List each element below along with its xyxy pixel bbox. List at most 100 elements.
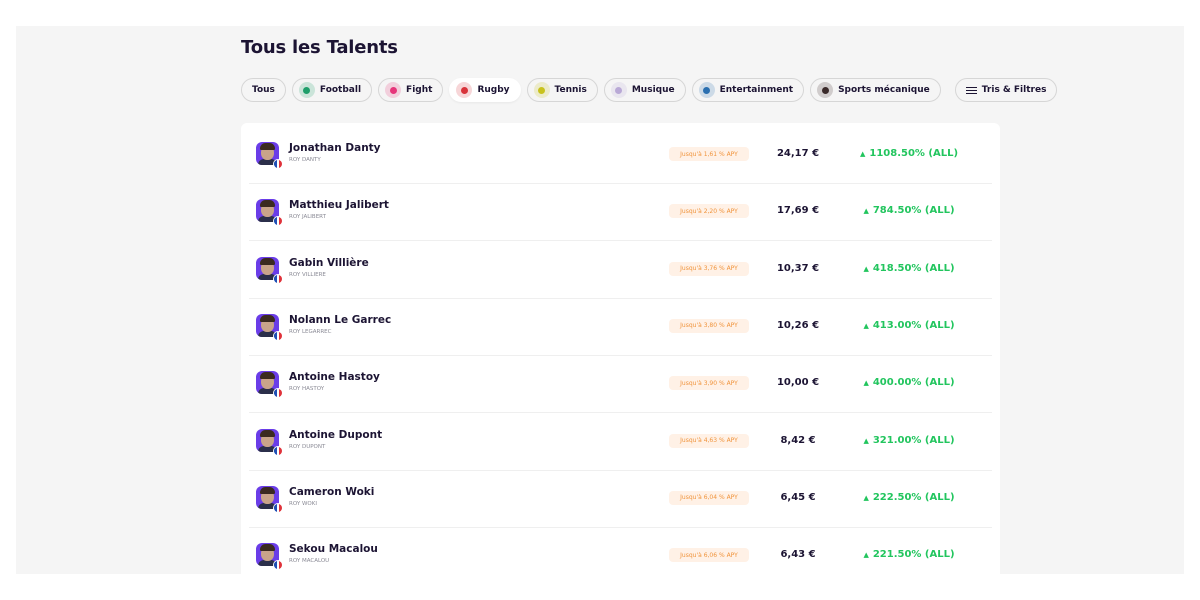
talent-handle: ROY WOKI [289, 500, 317, 507]
motorsport-icon [817, 82, 834, 98]
rugby-icon [456, 82, 473, 98]
talent-name: Jonathan Danty [289, 142, 381, 154]
page-title: Tous les Talents [241, 37, 398, 58]
france-flag-icon [273, 330, 283, 341]
talent-price: 8,42 € [780, 434, 816, 446]
talent-handle: ROY JALIBERT [289, 214, 326, 221]
apy-badge: Jusqu'à 3,76 % APY [669, 261, 749, 276]
performance-change: ▲ 1108.50% (ALL) [859, 148, 959, 159]
talent-name: Antoine Dupont [289, 428, 383, 441]
france-flag-icon [273, 445, 283, 456]
performance-change: ▲ 221.50% (ALL) [859, 549, 959, 560]
sort-filter-label: Tris & Filtres [981, 85, 1047, 95]
tennis-icon [533, 82, 550, 98]
music-icon [610, 82, 627, 98]
filter-chip-sports-m-canique[interactable]: Sports mécanique [810, 78, 941, 102]
performance-change: ▲ 321.00% (ALL) [859, 435, 959, 446]
filter-chip-label: Sports mécanique [838, 85, 930, 95]
performance-value: 418.50% (ALL) [872, 262, 955, 274]
talent-name: Antoine Hastoy [289, 371, 380, 384]
talent-handle: ROY MACALOU [289, 558, 330, 565]
talent-row[interactable]: Antoine Hastoy ROY HASTOY Jusqu'à 3,90 % A… [249, 356, 992, 414]
france-flag-icon [273, 273, 283, 284]
talent-price: 10,37 € [776, 262, 820, 274]
france-flag-icon [273, 502, 283, 513]
triangle-up-icon: ▲ [863, 436, 869, 445]
france-flag-icon [273, 388, 283, 399]
entertainment-icon [698, 82, 715, 98]
filter-chip-label: Football [319, 85, 362, 95]
filter-chip-tous[interactable]: Tous [241, 78, 286, 102]
talent-name: Matthieu Jalibert [289, 199, 389, 212]
triangle-up-icon: ▲ [863, 207, 869, 216]
filter-chip-fight[interactable]: Fight [378, 78, 444, 102]
talent-row[interactable]: Gabin Villière ROY VILLIERE Jusqu'à 3,76 %… [249, 242, 992, 299]
talent-name: Gabin Villière [289, 256, 369, 269]
filter-chip-label: Tous [252, 85, 275, 95]
performance-change: ▲ 400.00% (ALL) [859, 377, 959, 388]
performance-value: 400.00% (ALL) [872, 377, 955, 389]
talent-price: 10,00 € [776, 377, 820, 389]
talent-row[interactable]: Jonathan Danty ROY DANTY Jusqu'à 1,61 % AP… [249, 127, 992, 184]
talent-handle: ROY DUPONT [289, 443, 326, 450]
talent-price: 10,26 € [776, 319, 820, 331]
filter-chip-label: Entertainment [719, 85, 794, 95]
talent-row[interactable]: Sekou Macalou ROY MACALOU Jusqu'à 6,06 % A… [249, 528, 992, 574]
talent-row[interactable]: Cameron Woki ROY WOKI Jusqu'à 6,04 % APY 6,… [249, 471, 992, 528]
triangle-up-icon: ▲ [859, 150, 866, 158]
talent-price: 6,45 € [780, 491, 816, 503]
talent-list: Jonathan Danty ROY DANTY Jusqu'à 1,61 % AP… [241, 123, 1000, 574]
triangle-up-icon: ▲ [863, 493, 869, 502]
filter-chip-label: Rugby [477, 85, 510, 95]
talent-price: 6,43 € [780, 549, 816, 561]
france-flag-icon [273, 159, 283, 169]
football-icon [298, 82, 315, 98]
talent-row[interactable]: Antoine Dupont ROY DUPONT Jusqu'à 4,63 % A… [249, 414, 992, 471]
apy-badge: Jusqu'à 3,80 % APY [669, 318, 749, 333]
page-container: Tous les Talents Tous Football Fight Rugby T… [16, 26, 1184, 574]
talent-handle: ROY DANTY [289, 157, 321, 163]
talent-price: 17,69 € [776, 205, 820, 217]
talent-handle: ROY LEGARREC [289, 328, 332, 335]
triangle-up-icon: ▲ [863, 379, 869, 388]
performance-change: ▲ 413.00% (ALL) [859, 320, 959, 331]
performance-value: 221.50% (ALL) [872, 549, 955, 561]
apy-badge: Jusqu'à 6,04 % APY [669, 490, 749, 505]
category-filter-bar: Tous Football Fight Rugby Tennis Musique Enter… [241, 78, 1058, 102]
performance-value: 222.50% (ALL) [872, 491, 955, 503]
triangle-up-icon: ▲ [863, 264, 869, 273]
filter-chip-rugby[interactable]: Rugby [449, 78, 521, 102]
filter-chip-musique[interactable]: Musique [603, 78, 686, 102]
apy-badge: Jusqu'à 2,20 % APY [669, 204, 749, 219]
performance-change: ▲ 222.50% (ALL) [859, 492, 959, 503]
triangle-up-icon: ▲ [863, 321, 869, 330]
filter-chip-label: Musique [631, 85, 675, 95]
apy-badge: Jusqu'à 1,61 % APY [669, 147, 749, 161]
performance-value: 784.50% (ALL) [872, 205, 955, 217]
talent-name: Nolann Le Garrec [289, 313, 392, 326]
sort-filter-button[interactable]: Tris & Filtres [954, 78, 1058, 102]
filter-chip-football[interactable]: Football [291, 78, 373, 102]
performance-value: 1108.50% (ALL) [869, 148, 959, 159]
filter-chip-tennis[interactable]: Tennis [526, 78, 598, 102]
performance-value: 413.00% (ALL) [872, 319, 955, 331]
filter-chip-label: Fight [406, 85, 433, 95]
filter-chip-label: Tennis [554, 85, 587, 95]
talent-name: Cameron Woki [289, 485, 375, 498]
talent-handle: ROY HASTOY [289, 386, 325, 393]
sliders-icon [965, 86, 977, 95]
apy-badge: Jusqu'à 6,06 % APY [669, 548, 749, 563]
talent-name: Sekou Macalou [289, 543, 378, 556]
talent-row[interactable]: Nolann Le Garrec ROY LEGARREC Jusqu'à 3,80… [249, 299, 992, 356]
triangle-up-icon: ▲ [863, 551, 869, 560]
france-flag-icon [273, 216, 283, 227]
fight-icon [385, 82, 402, 98]
talent-row[interactable]: Matthieu Jalibert ROY JALIBERT Jusqu'à 2,2… [249, 184, 992, 242]
talent-price: 24,17 € [776, 148, 820, 159]
france-flag-icon [273, 560, 283, 571]
talent-handle: ROY VILLIERE [289, 271, 326, 278]
performance-change: ▲ 418.50% (ALL) [859, 263, 959, 274]
performance-change: ▲ 784.50% (ALL) [859, 205, 959, 216]
apy-badge: Jusqu'à 4,63 % APY [669, 433, 749, 448]
filter-chip-entertainment[interactable]: Entertainment [691, 78, 805, 102]
